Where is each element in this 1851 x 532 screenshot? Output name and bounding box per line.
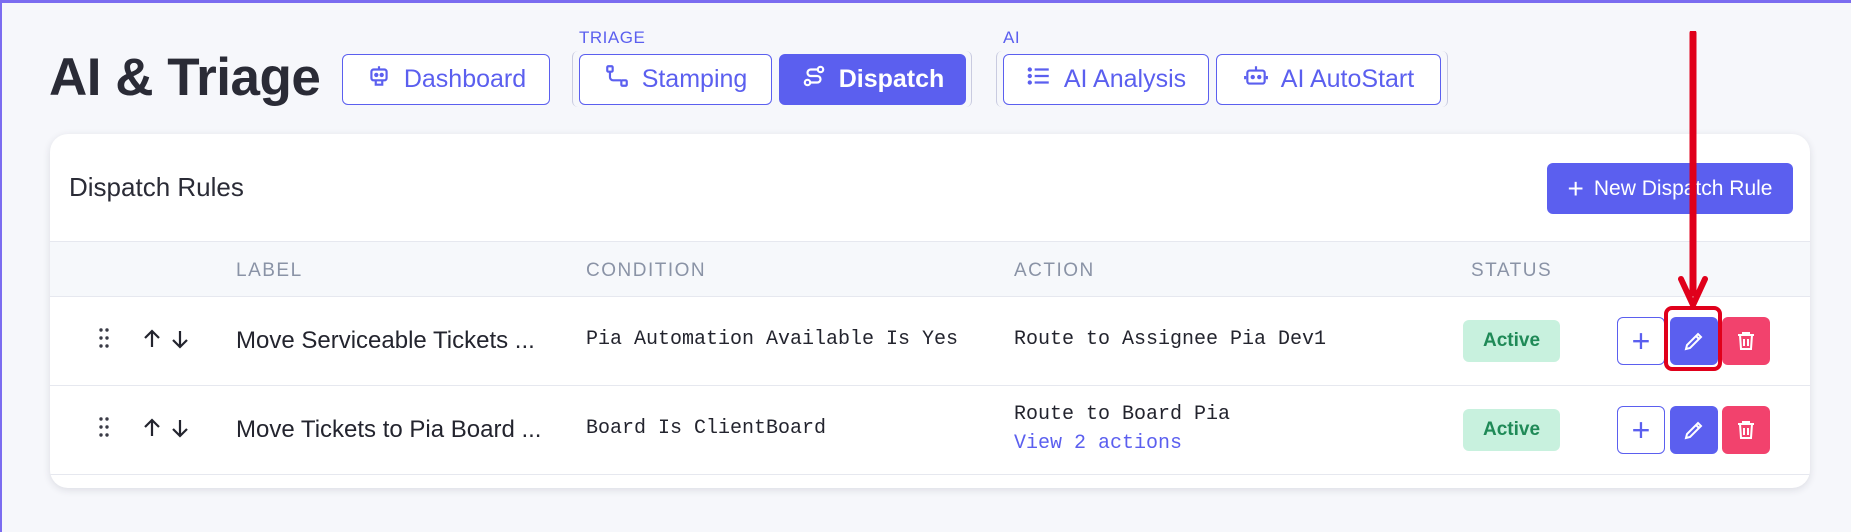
edit-button[interactable] <box>1670 406 1718 454</box>
tab-label: Dashboard <box>403 65 527 93</box>
card-title: Dispatch Rules <box>69 172 244 202</box>
tab-dashboard[interactable]: Dashboard <box>342 54 550 105</box>
trash-icon <box>1738 332 1754 350</box>
header-status: STATUS <box>1471 260 1553 281</box>
rule-action-cell: Route to Board Pia View 2 actions <box>1014 403 1230 455</box>
dispatch-rules-card: Dispatch Rules + New Dispatch Rule LABEL… <box>50 134 1810 488</box>
robot-icon <box>1243 63 1269 96</box>
move-up-icon[interactable] <box>140 416 164 440</box>
header-condition: CONDITION <box>586 260 707 281</box>
rule-condition: Board Is ClientBoard <box>586 417 827 440</box>
move-up-icon[interactable] <box>140 327 164 351</box>
triage-group-label: TRIAGE <box>579 28 646 47</box>
rule-label: Move Serviceable Tickets ... <box>236 327 535 354</box>
new-dispatch-rule-button[interactable]: + New Dispatch Rule <box>1547 163 1793 214</box>
tab-ai-autostart[interactable]: AI AutoStart <box>1216 54 1441 105</box>
tab-label: Stamping <box>641 65 748 93</box>
move-down-icon[interactable] <box>168 416 192 440</box>
rule-label: Move Tickets to Pia Board ... <box>236 416 542 443</box>
ai-group-label: AI <box>1003 28 1021 47</box>
view-actions-link[interactable]: View 2 actions <box>1014 432 1230 455</box>
delete-button[interactable] <box>1722 406 1770 454</box>
table-header: LABEL CONDITION ACTION STATUS <box>50 241 1810 297</box>
status-badge: Active <box>1463 409 1560 451</box>
reorder-controls <box>140 416 192 440</box>
rule-action: Route to Board Pia <box>1014 403 1231 426</box>
rule-action: Route to Assignee Pia Dev1 <box>1014 328 1327 351</box>
robot-icon <box>366 63 392 96</box>
pencil-icon <box>1684 421 1703 440</box>
delete-button[interactable] <box>1722 317 1770 365</box>
tab-label: Dispatch <box>838 65 945 93</box>
header-action: ACTION <box>1014 260 1095 281</box>
status-badge: Active <box>1463 320 1560 362</box>
table-row: Move Serviceable Tickets ... Pia Automat… <box>50 297 1810 386</box>
reorder-controls <box>140 327 192 351</box>
header-label: LABEL <box>236 260 303 281</box>
add-action-button[interactable]: + <box>1617 317 1665 365</box>
drag-handle-icon[interactable] <box>98 327 110 349</box>
annotation-arrow-icon <box>1678 31 1708 308</box>
move-down-icon[interactable] <box>168 327 192 351</box>
page-title: AI & Triage <box>49 48 321 107</box>
tab-stamping[interactable]: Stamping <box>579 54 772 105</box>
route-icon <box>604 63 630 96</box>
tab-label: AI Analysis <box>1063 65 1187 93</box>
drag-handle-icon[interactable] <box>98 416 110 438</box>
plus-icon: + <box>1567 172 1584 204</box>
table-row: Move Tickets to Pia Board ... Board Is C… <box>50 386 1810 475</box>
annotation-highlight-box <box>1664 306 1722 371</box>
trash-icon <box>1738 421 1754 439</box>
add-action-button[interactable]: + <box>1617 406 1665 454</box>
rule-condition: Pia Automation Available Is Yes <box>586 328 959 351</box>
tab-ai-analysis[interactable]: AI Analysis <box>1003 54 1209 105</box>
tab-label: AI AutoStart <box>1280 65 1415 93</box>
dispatch-route-icon <box>801 63 827 96</box>
list-icon <box>1026 63 1052 96</box>
tab-dispatch[interactable]: Dispatch <box>779 54 966 105</box>
